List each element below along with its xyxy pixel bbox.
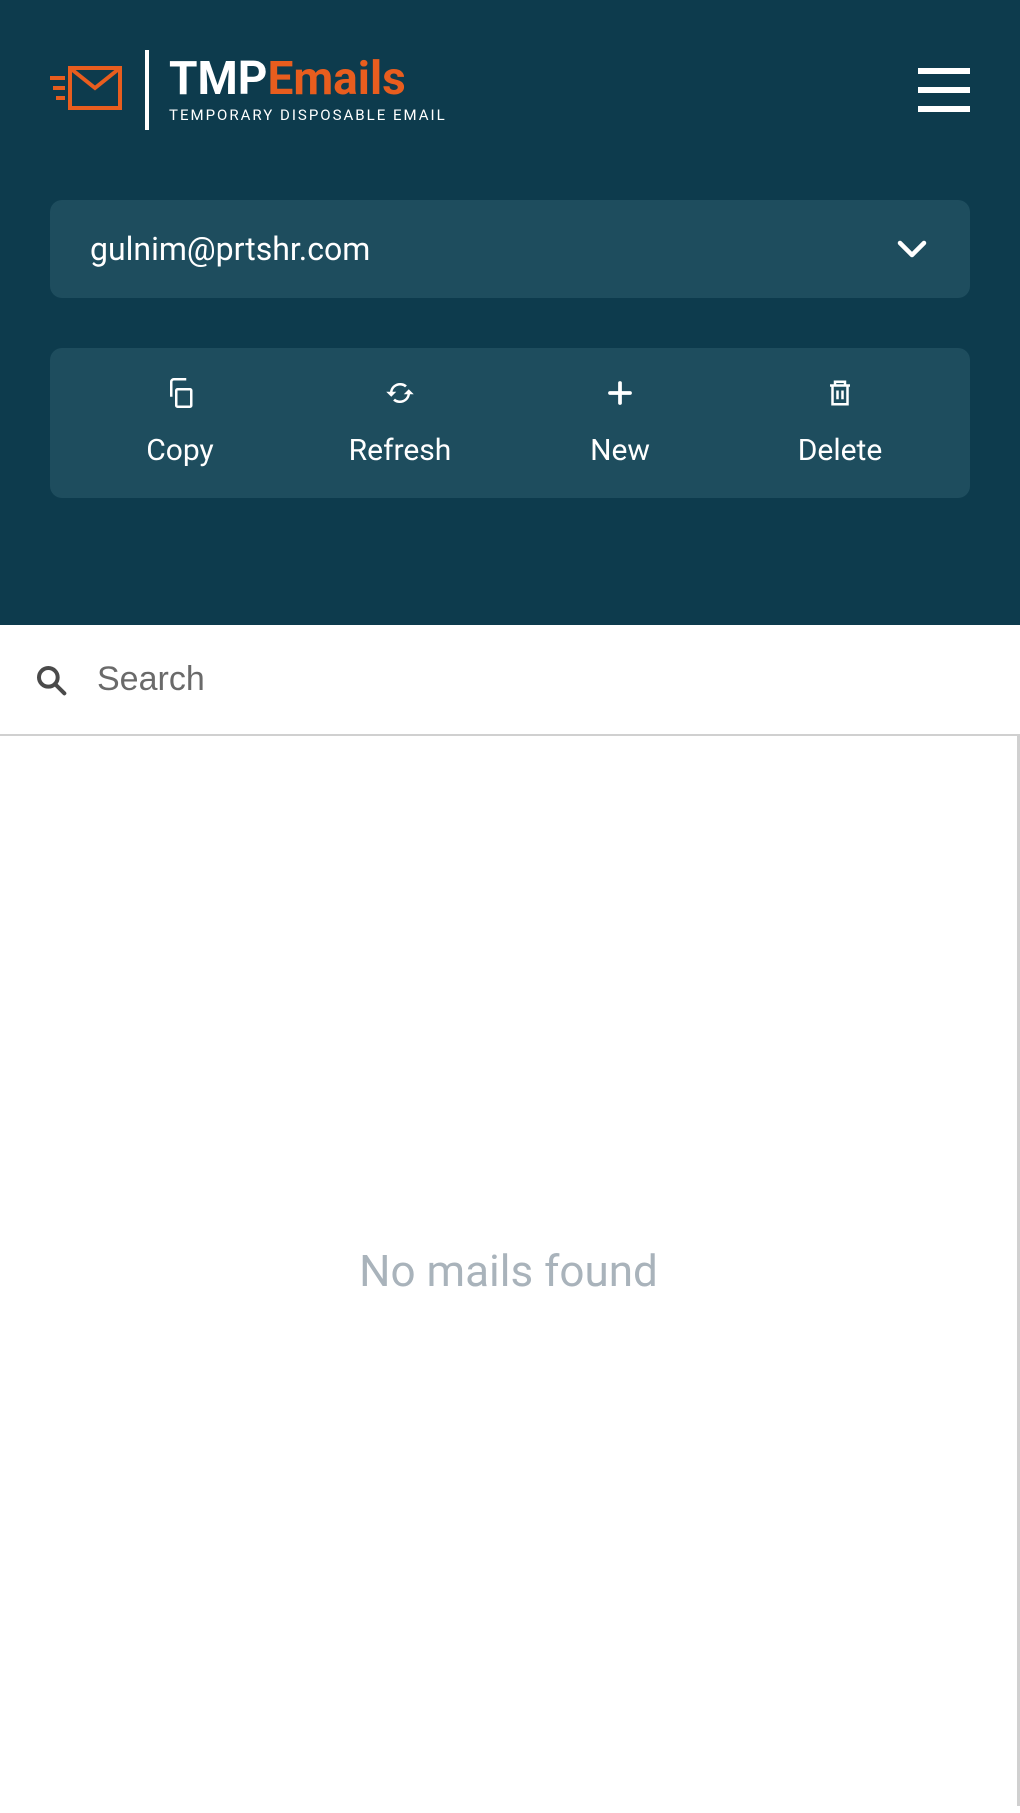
chevron-down-icon xyxy=(894,231,930,267)
envelope-icon xyxy=(50,63,125,118)
logo-subtitle: TEMPORARY DISPOSABLE EMAIL xyxy=(169,106,447,124)
logo[interactable]: TMPEmails TEMPORARY DISPOSABLE EMAIL xyxy=(50,50,447,130)
hamburger-line xyxy=(918,87,970,93)
logo-text: TMPEmails TEMPORARY DISPOSABLE EMAIL xyxy=(169,56,447,124)
logo-title-part2: Emails xyxy=(267,56,405,102)
search-input[interactable] xyxy=(97,660,985,699)
copy-icon xyxy=(165,378,195,408)
new-button[interactable]: New xyxy=(510,378,730,468)
logo-title: TMPEmails xyxy=(169,56,447,102)
logo-divider xyxy=(145,50,149,130)
refresh-button[interactable]: Refresh xyxy=(290,378,510,468)
content-area: No mails found xyxy=(0,736,1020,1806)
email-address: gulnim@prtshr.com xyxy=(90,230,370,268)
copy-label: Copy xyxy=(146,433,214,468)
new-label: New xyxy=(590,433,650,468)
delete-button[interactable]: Delete xyxy=(730,378,950,468)
hamburger-menu-button[interactable] xyxy=(918,68,970,112)
action-bar: Copy Refresh New Delete xyxy=(50,348,970,498)
delete-label: Delete xyxy=(798,433,883,468)
header: TMPEmails TEMPORARY DISPOSABLE EMAIL gul… xyxy=(0,0,1020,625)
plus-icon xyxy=(605,378,635,408)
top-bar: TMPEmails TEMPORARY DISPOSABLE EMAIL xyxy=(50,50,970,130)
empty-message: No mails found xyxy=(359,1245,658,1297)
trash-icon xyxy=(825,378,855,408)
refresh-icon xyxy=(385,378,415,408)
email-selector[interactable]: gulnim@prtshr.com xyxy=(50,200,970,298)
search-icon xyxy=(35,664,67,696)
hamburger-line xyxy=(918,68,970,74)
copy-button[interactable]: Copy xyxy=(70,378,290,468)
refresh-label: Refresh xyxy=(349,433,452,468)
search-bar xyxy=(0,625,1020,736)
hamburger-line xyxy=(918,106,970,112)
logo-title-part1: TMP xyxy=(169,56,267,102)
